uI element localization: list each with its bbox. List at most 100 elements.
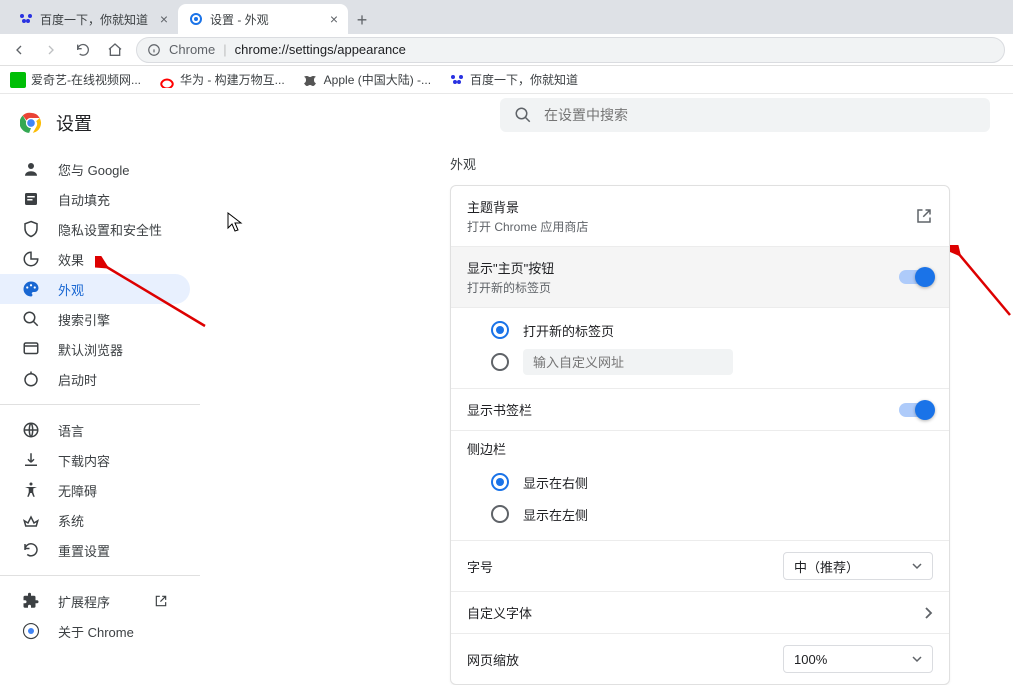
search-icon xyxy=(514,106,532,124)
sidebar-item-performance[interactable]: 效果 xyxy=(0,244,190,274)
paw-icon xyxy=(18,11,34,27)
sidebar-item-search-engine[interactable]: 搜索引擎 xyxy=(0,304,190,334)
radio-sidebar-right[interactable] xyxy=(491,473,509,491)
settings-sidebar: 设置 您与 Google 自动填充隐私设置和安全性效果外观搜索引擎默认浏览器启动时… xyxy=(0,94,250,638)
tab-strip: 百度一下，你就知道 × 设置 - 外观 × + xyxy=(0,0,1013,34)
row-title: 自定义字体 xyxy=(467,603,532,622)
sidebar-label: 效果 xyxy=(58,250,84,269)
sidebar-item-system[interactable]: 系统 xyxy=(0,505,190,535)
browser-tab-0[interactable]: 百度一下，你就知道 × xyxy=(8,4,178,34)
row-title: 网页缩放 xyxy=(467,650,519,669)
browser-toolbar: Chrome | chrome://settings/appearance xyxy=(0,34,1013,66)
bookmark-item[interactable]: Apple (中国大陆) -... xyxy=(303,71,431,88)
sidebar-label: 启动时 xyxy=(58,370,97,389)
forward-button[interactable] xyxy=(40,39,62,61)
sidebar-label: 重置设置 xyxy=(58,541,110,560)
tab-title: 设置 - 外观 xyxy=(210,11,324,28)
site-icon xyxy=(10,72,26,88)
radio-new-tab[interactable] xyxy=(491,321,509,339)
row-title: 侧边栏 xyxy=(451,431,949,460)
performance-icon xyxy=(22,250,40,268)
reset-icon xyxy=(22,541,40,559)
radio-label: 打开新的标签页 xyxy=(523,321,614,340)
close-icon[interactable]: × xyxy=(330,11,338,27)
sidebar-item-accessibility[interactable]: 无障碍 xyxy=(0,475,190,505)
on-startup-icon xyxy=(22,370,40,388)
page-zoom-select[interactable]: 100% xyxy=(783,645,933,673)
select-value: 100% xyxy=(794,652,827,667)
row-title: 主题背景 xyxy=(467,197,588,216)
accessibility-icon xyxy=(22,481,40,499)
toggle-bookmarks-bar[interactable] xyxy=(899,403,933,417)
sidebar-label: 语言 xyxy=(58,421,84,440)
custom-url-input[interactable] xyxy=(523,349,733,375)
bookmark-item[interactable]: 华为 - 构建万物互... xyxy=(159,71,285,88)
radio-custom-url[interactable] xyxy=(491,353,509,371)
bookmark-label: Apple (中国大陆) -... xyxy=(324,71,431,88)
sidebar-item-you-and-google[interactable]: 您与 Google xyxy=(0,154,190,184)
sidebar-label: 扩展程序 xyxy=(58,592,110,611)
autofill-icon xyxy=(22,190,40,208)
sidebar-label: 外观 xyxy=(58,280,84,299)
sidebar-label: 您与 Google xyxy=(58,160,130,179)
row-page-zoom: 网页缩放 100% xyxy=(451,634,949,684)
home-button[interactable] xyxy=(104,39,126,61)
languages-icon xyxy=(22,421,40,439)
section-title: 外观 xyxy=(450,154,983,173)
reload-button[interactable] xyxy=(72,39,94,61)
system-icon xyxy=(22,511,40,529)
bookmark-item[interactable]: 爱奇艺-在线视频网... xyxy=(10,71,141,88)
font-size-select[interactable]: 中（推荐） xyxy=(783,552,933,580)
bookmark-label: 百度一下，你就知道 xyxy=(470,71,578,88)
sidebar-item-default-browser[interactable]: 默认浏览器 xyxy=(0,334,190,364)
site-icon xyxy=(159,72,175,88)
bookmark-label: 华为 - 构建万物互... xyxy=(180,71,285,88)
sidebar-position-options: 显示在右侧 显示在左侧 xyxy=(451,460,949,541)
paw-icon xyxy=(449,72,465,88)
extensions-icon xyxy=(22,592,40,610)
sidebar-label: 无障碍 xyxy=(58,481,97,500)
sidebar-item-autofill[interactable]: 自动填充 xyxy=(0,184,190,214)
close-icon[interactable]: × xyxy=(160,11,168,27)
row-subtitle: 打开 Chrome 应用商店 xyxy=(467,218,588,235)
sidebar-label: 默认浏览器 xyxy=(58,340,123,359)
privacy-icon xyxy=(22,220,40,238)
row-subtitle: 打开新的标签页 xyxy=(467,279,554,296)
sidebar-label: 搜索引擎 xyxy=(58,310,110,329)
url-prefix: Chrome xyxy=(169,42,215,57)
gear-icon xyxy=(188,11,204,27)
sidebar-item-about[interactable]: 关于 Chrome xyxy=(0,616,190,646)
new-tab-button[interactable]: + xyxy=(348,6,376,34)
row-show-home-button: 显示"主页"按钮 打开新的标签页 xyxy=(451,247,949,308)
row-theme[interactable]: 主题背景 打开 Chrome 应用商店 xyxy=(451,186,949,247)
row-custom-fonts[interactable]: 自定义字体 xyxy=(451,592,949,634)
row-font-size: 字号 中（推荐） xyxy=(451,541,949,592)
chevron-right-icon xyxy=(923,606,933,620)
default-browser-icon xyxy=(22,340,40,358)
chevron-down-icon xyxy=(912,561,922,571)
sidebar-item-reset[interactable]: 重置设置 xyxy=(0,535,190,565)
url-text: chrome://settings/appearance xyxy=(235,42,406,57)
back-button[interactable] xyxy=(8,39,30,61)
row-title: 显示"主页"按钮 xyxy=(467,258,554,277)
bookmark-item[interactable]: 百度一下，你就知道 xyxy=(449,71,578,88)
radio-sidebar-left[interactable] xyxy=(491,505,509,523)
sidebar-item-privacy[interactable]: 隐私设置和安全性 xyxy=(0,214,190,244)
sidebar-item-on-startup[interactable]: 启动时 xyxy=(0,364,190,394)
settings-title: 设置 xyxy=(56,110,92,136)
sidebar-label: 隐私设置和安全性 xyxy=(58,220,162,239)
sidebar-item-downloads[interactable]: 下载内容 xyxy=(0,445,190,475)
browser-tab-1[interactable]: 设置 - 外观 × xyxy=(178,4,348,34)
sidebar-item-appearance[interactable]: 外观 xyxy=(0,274,190,304)
settings-search-input[interactable] xyxy=(544,107,976,123)
sidebar-item-extensions[interactable]: 扩展程序 xyxy=(0,586,190,616)
search-engine-icon xyxy=(22,310,40,328)
chrome-logo-icon xyxy=(20,112,42,134)
open-external-icon[interactable] xyxy=(915,207,933,225)
toggle-home-button[interactable] xyxy=(899,270,933,284)
settings-search[interactable] xyxy=(500,98,990,132)
row-title: 显示书签栏 xyxy=(467,400,532,419)
sidebar-item-languages[interactable]: 语言 xyxy=(0,415,190,445)
address-bar[interactable]: Chrome | chrome://settings/appearance xyxy=(136,37,1005,63)
appearance-card: 主题背景 打开 Chrome 应用商店 显示"主页"按钮 打开新的标签页 xyxy=(450,185,950,685)
